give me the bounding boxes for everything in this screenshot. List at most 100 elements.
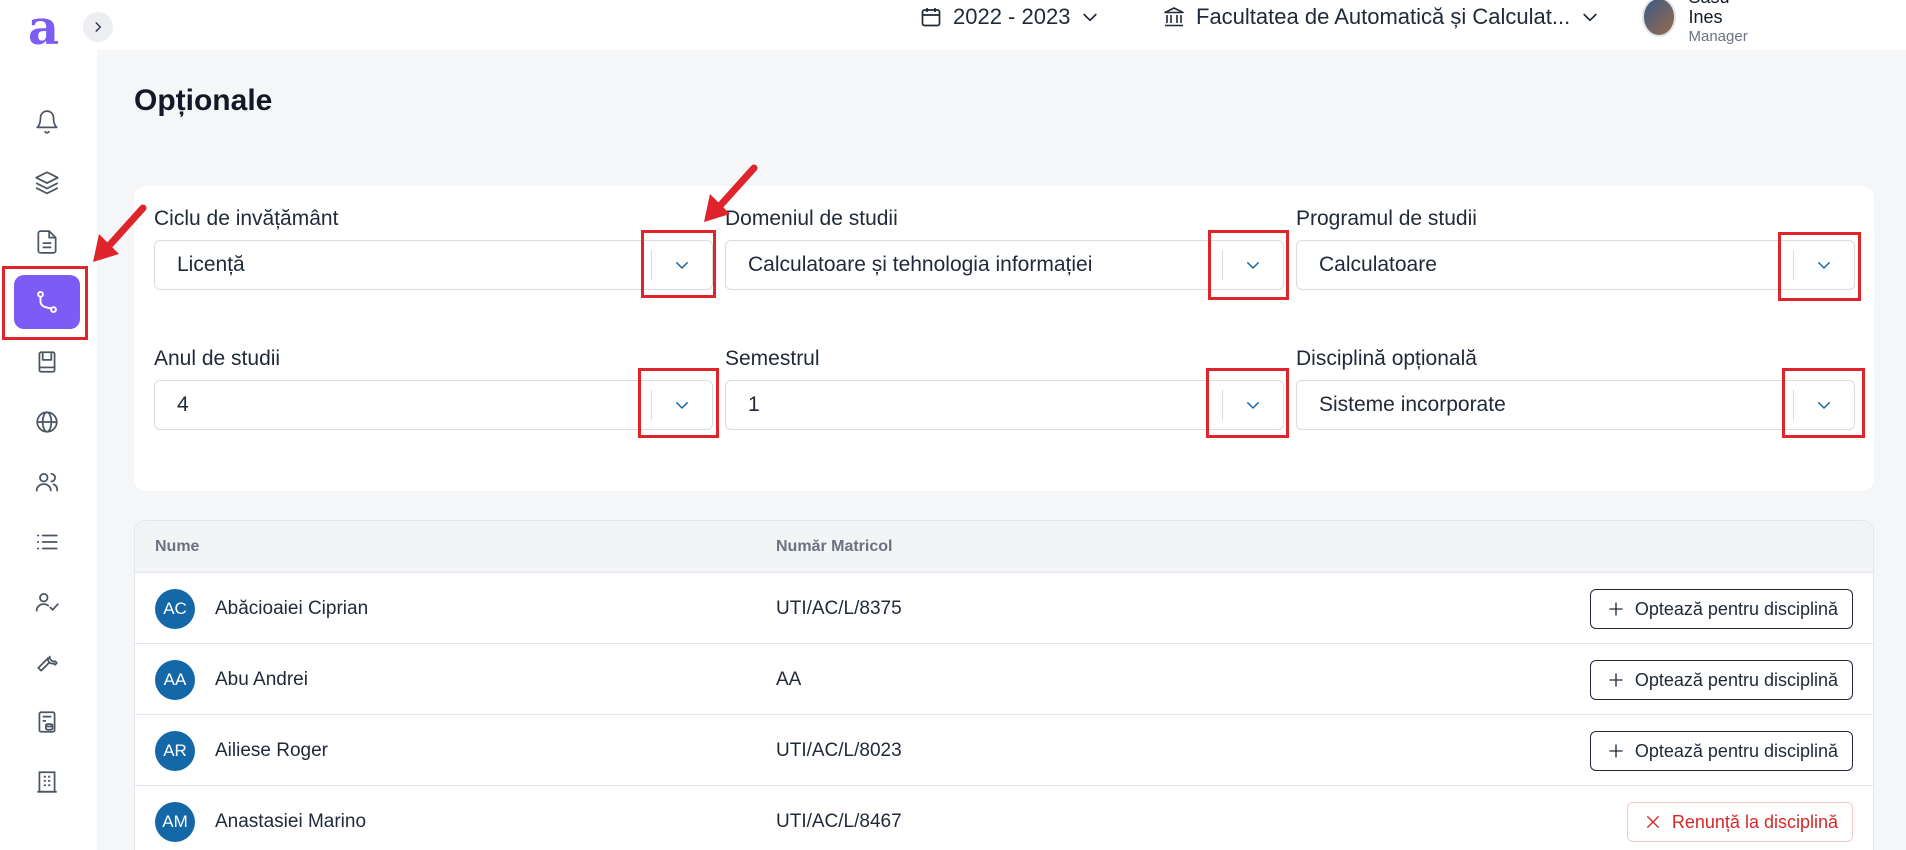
field-label: Programul de studii bbox=[1296, 207, 1477, 230]
field-label: Disciplină opțională bbox=[1296, 347, 1477, 370]
book-icon bbox=[38, 351, 56, 373]
student-avatar: AM bbox=[155, 802, 195, 842]
withdraw-discipline-button[interactable]: Renunță la disciplină bbox=[1626, 802, 1853, 842]
annotation-arrow-sidebar bbox=[93, 204, 147, 262]
select-value: Calculatoare bbox=[1319, 253, 1437, 276]
document-icon bbox=[37, 230, 57, 254]
globe-icon bbox=[36, 411, 58, 433]
faculty-selector[interactable]: Facultatea de Automatică și Calculat... bbox=[1162, 0, 1600, 34]
field-label: Ciclu de invățământ bbox=[154, 207, 339, 230]
field-label: Semestrul bbox=[725, 347, 820, 370]
annotation-arrow-ciclu bbox=[704, 164, 758, 222]
student-name: Ailiese Roger bbox=[215, 740, 328, 761]
plus-icon bbox=[1609, 602, 1623, 616]
sidebar-item-notifications[interactable] bbox=[14, 95, 80, 149]
highlight-box-sidebar bbox=[2, 266, 88, 340]
app-logo[interactable]: a bbox=[28, 4, 59, 52]
user-avatar bbox=[1642, 0, 1677, 37]
opt-for-discipline-button[interactable]: Optează pentru disciplină bbox=[1589, 589, 1853, 629]
select-value: Calculatoare și tehnologia informației bbox=[748, 253, 1093, 276]
ciclu-select[interactable]: Licență bbox=[154, 240, 713, 290]
sidebar-item-tools[interactable] bbox=[14, 635, 80, 689]
sidebar: a bbox=[0, 0, 97, 850]
calendar-icon bbox=[921, 8, 941, 27]
student-matricol: UTI/AC/L/8375 bbox=[776, 598, 902, 619]
field-domeniu: Domeniul de studii Calculatoare și tehno… bbox=[725, 204, 1284, 290]
plus-icon bbox=[1609, 673, 1623, 687]
table-row: AR Ailiese Roger UTI/AC/L/8023 Optează p… bbox=[135, 715, 1873, 786]
bell-icon bbox=[36, 110, 58, 134]
field-program: Programul de studii Calculatoare bbox=[1296, 204, 1855, 290]
page-title: Opționale bbox=[134, 84, 273, 117]
select-value: Sisteme incorporate bbox=[1319, 393, 1506, 416]
semestru-select[interactable]: 1 bbox=[725, 380, 1284, 430]
select-value: 4 bbox=[177, 393, 189, 416]
column-header-matricol: Număr Matricol bbox=[776, 538, 893, 555]
button-label: Optează pentru disciplină bbox=[1634, 598, 1838, 619]
student-name: Abăcioaiei Ciprian bbox=[215, 598, 369, 619]
student-name: Abu Andrei bbox=[215, 669, 308, 690]
an-select[interactable]: 4 bbox=[154, 380, 713, 430]
column-header-name: Nume bbox=[155, 538, 200, 555]
table-row: AA Abu Andrei AA Optează pentru discipli… bbox=[135, 644, 1873, 715]
highlight-box-semestru bbox=[1206, 368, 1289, 438]
user-menu[interactable]: Sasu Ines Manager bbox=[1642, 0, 1906, 45]
student-matricol: UTI/AC/L/8023 bbox=[776, 740, 902, 761]
students-table: Nume Număr Matricol AC Abăcioaiei Cipria… bbox=[134, 520, 1874, 850]
sidebar-item-finance[interactable] bbox=[14, 695, 80, 749]
chevron-right-icon bbox=[95, 22, 102, 32]
wrench-icon bbox=[37, 655, 58, 672]
table-row: AC Abăcioaiei Ciprian UTI/AC/L/8375 Opte… bbox=[135, 573, 1873, 644]
student-matricol: AA bbox=[776, 669, 802, 690]
highlight-box-an bbox=[638, 368, 719, 438]
list-icon bbox=[36, 534, 58, 550]
button-label: Optează pentru disciplină bbox=[1634, 669, 1838, 690]
student-avatar: AC bbox=[155, 589, 195, 629]
sidebar-item-users[interactable] bbox=[14, 455, 80, 509]
faculty-label: Facultatea de Automatică și Calculat... bbox=[1196, 4, 1571, 29]
user-check-icon bbox=[35, 593, 59, 612]
domeniu-select[interactable]: Calculatoare și tehnologia informației bbox=[725, 240, 1284, 290]
sidebar-item-building[interactable] bbox=[14, 755, 80, 809]
close-icon bbox=[1646, 816, 1659, 828]
sidebar-item-globe[interactable] bbox=[14, 395, 80, 449]
highlight-box-disciplina bbox=[1782, 368, 1865, 438]
button-label: Renunță la disciplină bbox=[1671, 811, 1838, 832]
user-info: Sasu Ines Manager bbox=[1688, 0, 1756, 47]
opt-for-discipline-button[interactable]: Optează pentru disciplină bbox=[1589, 731, 1853, 771]
field-disciplina: Disciplină opțională Sisteme incorporate bbox=[1296, 344, 1855, 430]
chevron-down-icon bbox=[1083, 13, 1098, 22]
field-semestru: Semestrul 1 bbox=[725, 344, 1284, 430]
sidebar-item-list[interactable] bbox=[14, 515, 80, 569]
academic-year-selector[interactable]: 2022 - 2023 bbox=[919, 0, 1100, 34]
sidebar-item-user-check[interactable] bbox=[14, 575, 80, 629]
table-row: AM Anastasiei Marino UTI/AC/L/8467 Renun… bbox=[135, 786, 1873, 850]
student-avatar: AA bbox=[155, 660, 195, 700]
opt-for-discipline-button[interactable]: Optează pentru disciplină bbox=[1589, 660, 1853, 700]
sidebar-item-book[interactable] bbox=[14, 335, 80, 389]
disciplina-select[interactable]: Sisteme incorporate bbox=[1296, 380, 1855, 430]
plus-icon bbox=[1609, 744, 1623, 758]
users-icon bbox=[35, 473, 59, 492]
building-icon bbox=[37, 771, 57, 793]
select-value: Licență bbox=[177, 253, 245, 276]
student-name: Anastasiei Marino bbox=[215, 811, 367, 832]
button-label: Optează pentru disciplină bbox=[1634, 740, 1838, 761]
top-bar: 2022 - 2023 Facultatea de Automatică și … bbox=[97, 0, 1906, 50]
sidebar-item-documents[interactable] bbox=[14, 215, 80, 269]
student-avatar: AR bbox=[155, 731, 195, 771]
highlight-box-program bbox=[1778, 232, 1861, 301]
highlight-box-domeniu bbox=[1208, 230, 1289, 300]
chevron-down-icon bbox=[1583, 13, 1597, 22]
program-select[interactable]: Calculatoare bbox=[1296, 240, 1855, 290]
user-name: Sasu Ines bbox=[1688, 0, 1729, 27]
layers-icon bbox=[35, 171, 59, 195]
field-an: Anul de studii 4 bbox=[154, 344, 713, 430]
filter-panel: Ciclu de invățământ Licență Domeniul de … bbox=[134, 186, 1874, 491]
sidebar-item-layers[interactable] bbox=[14, 155, 80, 209]
coins-icon bbox=[38, 711, 56, 733]
sidebar-collapse-button[interactable] bbox=[83, 12, 113, 42]
highlight-box-ciclu bbox=[641, 230, 716, 298]
user-role: Manager bbox=[1688, 28, 1748, 45]
academic-year-label: 2022 - 2023 bbox=[953, 4, 1071, 29]
